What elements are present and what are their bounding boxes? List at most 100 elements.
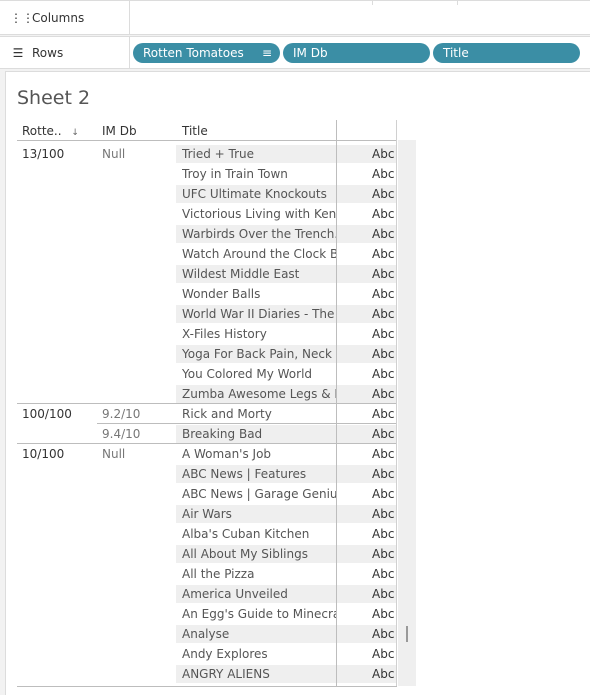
title-cell[interactable]: An Egg's Guide to Minecra.. [182, 607, 337, 621]
title-cell[interactable]: ANGRY ALIENS [182, 667, 337, 681]
abc-cell[interactable]: Abc [372, 587, 394, 601]
abc-cell[interactable]: Abc [372, 227, 394, 241]
abc-cell[interactable]: Abc [372, 167, 394, 181]
table-row[interactable]: Zumba Awesome Legs & B.. Abc [6, 384, 396, 404]
abc-cell[interactable]: Abc [372, 147, 394, 161]
title-cell[interactable]: Andy Explores [182, 647, 337, 661]
table-row[interactable]: Wonder Balls Abc [6, 284, 396, 304]
table-row[interactable]: ABC News | Features Abc [6, 464, 396, 484]
title-cell[interactable]: A Woman's Job [182, 447, 337, 461]
abc-cell[interactable]: Abc [372, 327, 394, 341]
table-row[interactable]: Analyse Abc [6, 624, 396, 644]
table-row[interactable]: 10/100 Null A Woman's Job Abc [6, 444, 396, 464]
table-row[interactable]: Victorious Living with Ken.. Abc [6, 204, 396, 224]
imdb-cell[interactable]: Null [102, 447, 125, 461]
abc-cell[interactable]: Abc [372, 187, 394, 201]
table-row[interactable]: An Egg's Guide to Minecra.. Abc [6, 604, 396, 624]
sort-icon[interactable]: ↓ [71, 128, 79, 138]
title-cell[interactable]: Watch Around the Clock B.. [182, 247, 337, 261]
table-row[interactable]: X-Files History Abc [6, 324, 396, 344]
table-row[interactable]: You Colored My World Abc [6, 364, 396, 384]
title-cell[interactable]: Air Wars [182, 507, 337, 521]
abc-cell[interactable]: Abc [372, 307, 394, 321]
abc-cell[interactable]: Abc [372, 487, 394, 501]
scrollbar-thumb[interactable] [406, 626, 408, 642]
table-row[interactable]: 100/100 9.2/10 Rick and Morty Abc [6, 404, 396, 424]
abc-cell[interactable]: Abc [372, 527, 394, 541]
abc-cell[interactable]: Abc [372, 567, 394, 581]
title-cell[interactable]: Breaking Bad [182, 427, 337, 441]
title-cell[interactable]: Zumba Awesome Legs & B.. [182, 387, 337, 401]
title-cell[interactable]: All About My Siblings [182, 547, 337, 561]
title-cell[interactable]: America Unveiled [182, 587, 337, 601]
table-row[interactable]: Troy in Train Town Abc [6, 164, 396, 184]
title-cell[interactable]: UFC Ultimate Knockouts [182, 187, 337, 201]
title-cell[interactable]: Analyse [182, 627, 337, 641]
title-cell[interactable]: Victorious Living with Ken.. [182, 207, 337, 221]
title-cell[interactable]: Troy in Train Town [182, 167, 337, 181]
pill-title[interactable]: Title [433, 43, 580, 63]
vertical-scrollbar[interactable] [398, 140, 416, 686]
header-rotten-tomatoes[interactable]: Rotte.. ↓ [22, 124, 79, 138]
title-cell[interactable]: World War II Diaries - The .. [182, 307, 337, 321]
pill-imdb[interactable]: IM Db [283, 43, 430, 63]
table-row[interactable]: Warbirds Over the Trench.. Abc [6, 224, 396, 244]
abc-cell[interactable]: Abc [372, 647, 394, 661]
rows-shelf[interactable]: ☰ Rows Rotten Tomatoes ≡ IM Db Title [0, 36, 590, 69]
table-row[interactable]: Andy Explores Abc [6, 644, 396, 664]
abc-cell[interactable]: Abc [372, 347, 394, 361]
abc-cell[interactable]: Abc [372, 427, 394, 441]
abc-cell[interactable]: Abc [372, 627, 394, 641]
abc-cell[interactable]: Abc [372, 287, 394, 301]
table-row[interactable]: Wildest Middle East Abc [6, 264, 396, 284]
rotten-tomatoes-cell[interactable]: 13/100 [22, 147, 64, 161]
title-cell[interactable]: ABC News | Features [182, 467, 337, 481]
abc-cell[interactable]: Abc [372, 607, 394, 621]
abc-cell[interactable]: Abc [372, 267, 394, 281]
table-row[interactable]: ANGRY ALIENS Abc [6, 664, 396, 684]
abc-cell[interactable]: Abc [372, 547, 394, 561]
imdb-cell[interactable]: 9.2/10 [102, 407, 140, 421]
title-cell[interactable]: Alba's Cuban Kitchen [182, 527, 337, 541]
abc-cell[interactable]: Abc [372, 507, 394, 521]
title-cell[interactable]: Wonder Balls [182, 287, 337, 301]
columns-shelf[interactable]: ⋮⋮ Columns [0, 0, 590, 35]
table-row[interactable]: Watch Around the Clock B.. Abc [6, 244, 396, 264]
table-row[interactable]: UFC Ultimate Knockouts Abc [6, 184, 396, 204]
title-cell[interactable]: X-Files History [182, 327, 337, 341]
table-row[interactable]: Air Wars Abc [6, 504, 396, 524]
table-row[interactable]: All the Pizza Abc [6, 564, 396, 584]
abc-cell[interactable]: Abc [372, 247, 394, 261]
title-cell[interactable]: ABC News | Garage Geniu.. [182, 487, 337, 501]
title-cell[interactable]: Warbirds Over the Trench.. [182, 227, 337, 241]
table-row[interactable]: ABC News | Garage Geniu.. Abc [6, 484, 396, 504]
imdb-cell[interactable]: 9.4/10 [102, 427, 140, 441]
abc-cell[interactable]: Abc [372, 367, 394, 381]
title-cell[interactable]: Yoga For Back Pain, Neck .. [182, 347, 337, 361]
header-imdb[interactable]: IM Db [102, 124, 137, 138]
table-row[interactable]: Yoga For Back Pain, Neck .. Abc [6, 344, 396, 364]
rotten-tomatoes-cell[interactable]: 100/100 [22, 407, 72, 421]
title-cell[interactable]: Wildest Middle East [182, 267, 337, 281]
imdb-cell[interactable]: Null [102, 147, 125, 161]
abc-cell[interactable]: Abc [372, 407, 394, 421]
table-row[interactable]: All About My Siblings Abc [6, 544, 396, 564]
header-title[interactable]: Title [182, 124, 208, 138]
sort-descending-icon[interactable]: ≡ [262, 46, 272, 60]
rotten-tomatoes-cell[interactable]: 10/100 [22, 447, 64, 461]
abc-cell[interactable]: Abc [372, 207, 394, 221]
abc-cell[interactable]: Abc [372, 447, 394, 461]
abc-cell[interactable]: Abc [372, 467, 394, 481]
title-cell[interactable]: All the Pizza [182, 567, 337, 581]
abc-cell[interactable]: Abc [372, 387, 394, 401]
table-row[interactable]: 9.4/10 Breaking Bad Abc [6, 424, 396, 444]
title-cell[interactable]: Tried + True [182, 147, 337, 161]
table-row[interactable]: World War II Diaries - The .. Abc [6, 304, 396, 324]
title-cell[interactable]: You Colored My World [182, 367, 337, 381]
pill-rotten-tomatoes[interactable]: Rotten Tomatoes ≡ [133, 43, 280, 63]
abc-cell[interactable]: Abc [372, 667, 394, 681]
table-row[interactable]: Alba's Cuban Kitchen Abc [6, 524, 396, 544]
table-row[interactable]: 13/100 Null Tried + True Abc [6, 144, 396, 164]
table-row[interactable]: America Unveiled Abc [6, 584, 396, 604]
title-cell[interactable]: Rick and Morty [182, 407, 337, 421]
